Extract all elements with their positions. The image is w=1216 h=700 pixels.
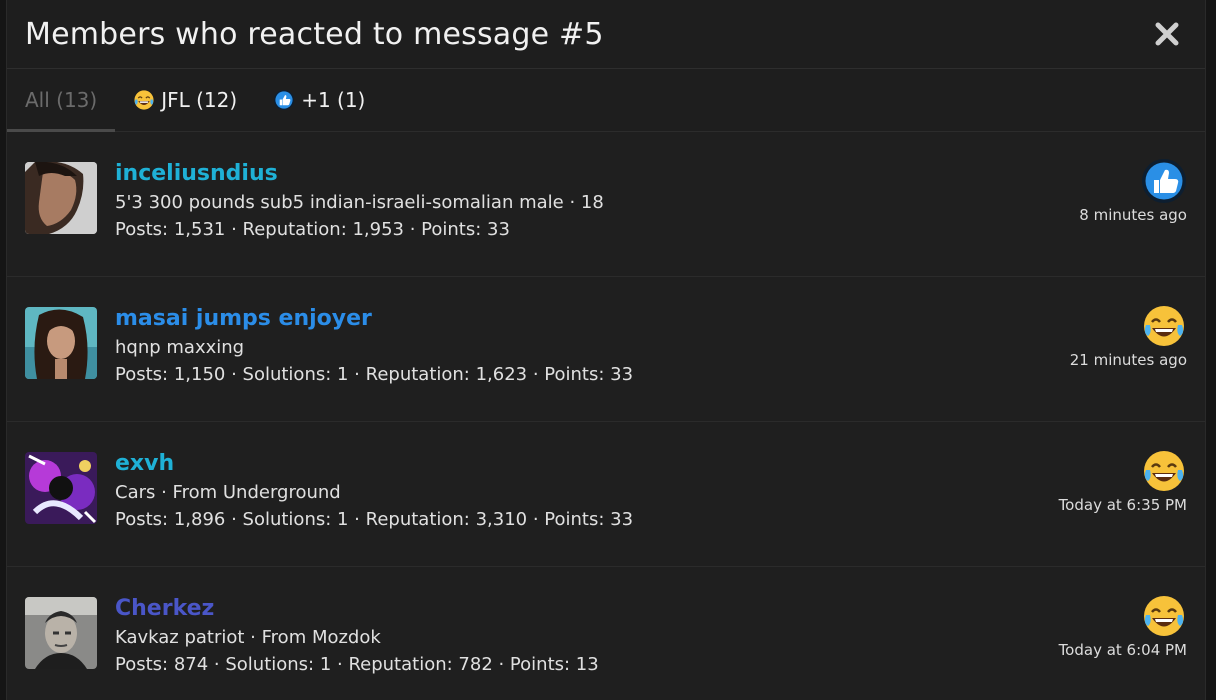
dialog-header: Members who reacted to message #5 [7,0,1205,69]
tab-jfl-label: JFL (12) [161,88,238,112]
reaction-info: 21 minutes ago [1070,303,1187,369]
member-name-link[interactable]: masai jumps enjoyer [115,306,633,331]
reaction-time: 8 minutes ago [1079,206,1187,224]
crying-laughing-emoji-icon [134,90,154,110]
reaction-info: Today at 6:35 PM [1059,448,1187,514]
crying-laughing-emoji-icon [1144,451,1184,491]
dialog-title: Members who reacted to message #5 [25,16,604,52]
avatar[interactable] [25,307,97,379]
list-item: Cherkez Kavkaz patriot · From Mozdok Pos… [7,567,1205,700]
avatar[interactable] [25,597,97,669]
tab-plus-one-label: +1 (1) [301,88,366,112]
member-info: masai jumps enjoyer hqnp maxxing Posts: … [115,306,633,385]
crying-laughing-emoji-icon [1144,596,1184,636]
member-bio: 5'3 300 pounds sub5 indian-israeli-somal… [115,192,604,213]
tab-all[interactable]: All (13) [7,69,116,132]
reaction-time: Today at 6:35 PM [1058,496,1187,514]
avatar[interactable] [25,452,97,524]
tab-jfl[interactable]: JFL (12) [115,69,255,131]
tab-all-label: All (13) [25,88,98,112]
member-bio: Kavkaz patriot · From Mozdok [115,627,381,648]
member-bio: Cars · From Underground [115,482,341,503]
reactions-dialog: Members who reacted to message #5 All (1… [6,0,1206,700]
thumbs-up-icon [1142,159,1186,203]
reaction-time: Today at 6:04 PM [1058,641,1187,659]
member-stats: Posts: 1,150 · Solutions: 1 · Reputation… [115,364,634,385]
member-info: inceliusndius 5'3 300 pounds sub5 indian… [115,161,604,240]
member-info: exvh Cars · From Underground Posts: 1,89… [115,451,633,530]
member-name-link[interactable]: exvh [115,451,633,476]
member-info: Cherkez Kavkaz patriot · From Mozdok Pos… [115,596,599,675]
member-stats: Posts: 1,531 · Reputation: 1,953 · Point… [115,219,510,240]
list-item: inceliusndius 5'3 300 pounds sub5 indian… [7,132,1205,277]
close-icon[interactable] [1154,21,1180,47]
member-name-link[interactable]: inceliusndius [115,161,604,186]
list-item: exvh Cars · From Underground Posts: 1,89… [7,422,1205,567]
tab-plus-one[interactable]: +1 (1) [255,69,383,131]
member-name-link[interactable]: Cherkez [115,596,599,621]
close-button[interactable] [1147,14,1187,54]
member-stats: Posts: 1,896 · Solutions: 1 · Reputation… [115,509,634,530]
list-item: masai jumps enjoyer hqnp maxxing Posts: … [7,277,1205,422]
crying-laughing-emoji-icon [1144,306,1184,346]
reaction-info: 8 minutes ago [1079,158,1187,224]
thumbs-up-icon [274,89,295,111]
member-stats: Posts: 874 · Solutions: 1 · Reputation: … [115,654,599,675]
reaction-time: 21 minutes ago [1069,351,1187,369]
member-list: inceliusndius 5'3 300 pounds sub5 indian… [7,132,1205,700]
reaction-tabs: All (13) JFL (12) +1 (1) [7,69,1205,132]
avatar[interactable] [25,162,97,234]
member-bio: hqnp maxxing [115,337,245,358]
reaction-info: Today at 6:04 PM [1059,593,1187,659]
